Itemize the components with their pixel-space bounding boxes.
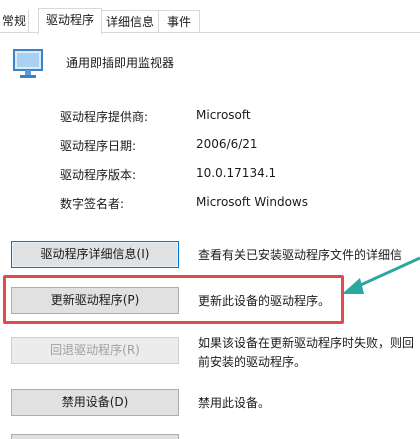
tab-events[interactable]: 事件 <box>158 10 200 33</box>
driver-version-value: 10.0.17134.1 <box>196 166 277 180</box>
driver-provider-label: 驱动程序提供商: <box>60 110 149 124</box>
digital-signer-value: Microsoft Windows <box>196 195 308 209</box>
driver-date-label: 驱动程序日期: <box>60 139 137 153</box>
disable-device-description: 禁用此设备。 <box>198 396 271 410</box>
device-name: 通用即插即用监视器 <box>66 56 175 70</box>
tab-bar: 常规 驱动程序 详细信息 事件 <box>0 0 420 34</box>
monitor-icon <box>13 49 43 78</box>
rollback-driver-description-line2: 前安装的驱动程序。 <box>198 355 307 369</box>
highlight-box <box>3 275 344 324</box>
driver-details-button[interactable]: 驱动程序详细信息(I) <box>11 241 179 268</box>
tab-details[interactable]: 详细信息 <box>101 10 159 33</box>
disable-device-button[interactable]: 禁用设备(D) <box>11 389 179 416</box>
tab-general[interactable]: 常规 <box>0 10 29 32</box>
driver-version-label: 驱动程序版本: <box>60 168 137 182</box>
driver-date-value: 2006/6/21 <box>196 137 258 151</box>
digital-signer-label: 数字签名者: <box>60 197 125 211</box>
uninstall-button-edge[interactable] <box>11 434 179 439</box>
rollback-driver-button[interactable]: 回退驱动程序(R) <box>11 337 179 364</box>
tab-driver[interactable]: 驱动程序 <box>38 8 102 34</box>
pointer-arrow-icon <box>342 256 420 294</box>
rollback-driver-description-line1: 如果该设备在更新驱动程序时失败，则回 <box>198 336 415 350</box>
driver-provider-value: Microsoft <box>196 108 251 122</box>
